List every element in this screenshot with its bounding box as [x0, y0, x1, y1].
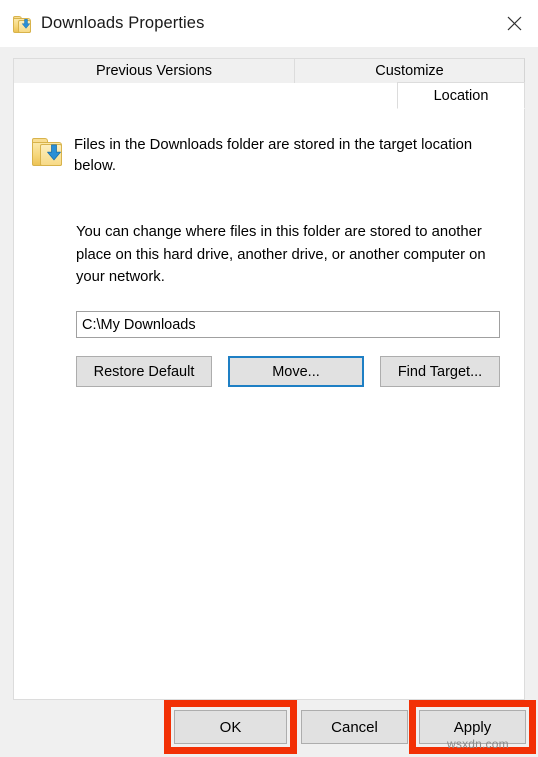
tab-label: Location [433, 87, 489, 104]
close-icon[interactable] [491, 0, 538, 46]
tab-label: Previous Versions [95, 63, 213, 79]
folder-path-input[interactable] [76, 311, 500, 338]
tab-previous-versions[interactable]: Previous Versions [13, 58, 295, 84]
description-text: You can change where files in this folde… [76, 224, 486, 285]
watermark: wsxdn.com [447, 737, 509, 751]
downloads-folder-icon [13, 15, 31, 33]
button-label: Cancel [331, 718, 378, 736]
downloads-folder-icon [32, 136, 62, 166]
cancel-button[interactable]: Cancel [301, 710, 408, 744]
tab-location[interactable]: Location [397, 82, 525, 109]
button-label: Restore Default [93, 363, 195, 380]
button-label: Apply [453, 718, 492, 736]
button-label: OK [219, 718, 242, 736]
tab-row-upper: Previous Versions Customize [13, 58, 525, 84]
restore-default-button[interactable]: Restore Default [76, 356, 212, 387]
location-tab-panel: Files in the Downloads folder are stored… [13, 83, 525, 700]
location-action-buttons: Restore Default Move... Find Target... [76, 356, 500, 387]
tab-customize[interactable]: Customize [294, 58, 525, 84]
button-label: Find Target... [397, 363, 483, 380]
intro-text: Files in the Downloads folder are stored… [74, 137, 473, 174]
button-label: Move... [272, 363, 320, 380]
title-bar: Downloads Properties [0, 0, 538, 47]
ok-button[interactable]: OK [174, 710, 287, 744]
window-title: Downloads Properties [41, 14, 205, 32]
move-button[interactable]: Move... [228, 356, 364, 387]
down-arrow-icon [47, 144, 61, 161]
find-target-button[interactable]: Find Target... [380, 356, 500, 387]
tab-label: Customize [375, 63, 444, 79]
down-arrow-icon [22, 19, 31, 29]
intro-row: Files in the Downloads folder are stored… [32, 135, 502, 177]
